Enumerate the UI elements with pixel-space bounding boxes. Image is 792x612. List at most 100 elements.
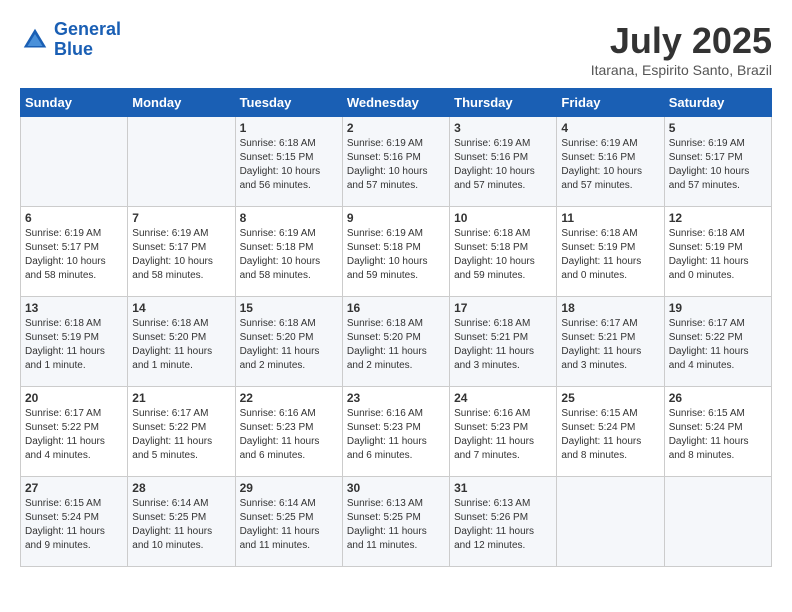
logo-icon [20,25,50,55]
calendar-cell: 1 Sunrise: 6:18 AM Sunset: 5:15 PM Daylig… [235,117,342,207]
calendar-cell: 30 Sunrise: 6:13 AM Sunset: 5:25 PM Dayli… [342,477,449,567]
day-info: Sunrise: 6:15 AM Sunset: 5:24 PM Dayligh… [669,407,767,463]
calendar-cell: 21Sunrise: 6:17 AM Sunset: 5:22 PM Dayli… [128,387,235,477]
calendar-cell: 27Sunrise: 6:15 AM Sunset: 5:24 PM Dayli… [21,477,128,567]
day-info: Sunrise: 6:19 AM Sunset: 5:16 PM Dayligh… [561,137,659,193]
calendar-cell: 16Sunrise: 6:18 AM Sunset: 5:20 PM Dayli… [342,297,449,387]
calendar-cell: 25 Sunrise: 6:15 AM Sunset: 5:24 PM Dayli… [557,387,664,477]
day-number: 11 [561,211,659,225]
title-block: July 2025 Itarana, Espirito Santo, Brazi… [591,20,772,78]
day-info: Sunrise: 6:19 AM Sunset: 5:16 PM Dayligh… [347,137,445,193]
day-info: Sunrise: 6:17 AM Sunset: 5:21 PM Dayligh… [561,317,659,373]
day-number: 7 [132,211,230,225]
day-number: 19 [669,301,767,315]
day-number: 18 [561,301,659,315]
day-number: 1 [240,121,338,135]
day-number: 3 [454,121,552,135]
day-number: 22 [240,391,338,405]
calendar-cell: 18 Sunrise: 6:17 AM Sunset: 5:21 PM Dayli… [557,297,664,387]
calendar-cell: 2 Sunrise: 6:19 AM Sunset: 5:16 PM Daylig… [342,117,449,207]
day-number: 23 [347,391,445,405]
day-info: Sunrise: 6:18 AM Sunset: 5:20 PM Dayligh… [132,317,230,373]
calendar-cell: 5 Sunrise: 6:19 AM Sunset: 5:17 PM Daylig… [664,117,771,207]
calendar-cell [557,477,664,567]
calendar-cell: 14Sunrise: 6:18 AM Sunset: 5:20 PM Dayli… [128,297,235,387]
day-info: Sunrise: 6:18 AM Sunset: 5:20 PM Dayligh… [240,317,338,373]
calendar-week-2: 6 Sunrise: 6:19 AM Sunset: 5:17 PM Daylig… [21,207,772,297]
day-number: 8 [240,211,338,225]
day-number: 31 [454,481,552,495]
calendar-cell: 31 Sunrise: 6:13 AM Sunset: 5:26 PM Dayli… [450,477,557,567]
day-info: Sunrise: 6:18 AM Sunset: 5:15 PM Dayligh… [240,137,338,193]
day-info: Sunrise: 6:19 AM Sunset: 5:17 PM Dayligh… [25,227,123,283]
calendar-cell: 20 Sunrise: 6:17 AM Sunset: 5:22 PM Dayli… [21,387,128,477]
page-header: General Blue July 2025 Itarana, Espirito… [20,20,772,78]
day-info: Sunrise: 6:18 AM Sunset: 5:19 PM Dayligh… [25,317,123,373]
day-number: 24 [454,391,552,405]
day-number: 9 [347,211,445,225]
day-info: Sunrise: 6:19 AM Sunset: 5:16 PM Dayligh… [454,137,552,193]
calendar-cell [664,477,771,567]
day-number: 20 [25,391,123,405]
calendar-header-row: SundayMondayTuesdayWednesdayThursdayFrid… [21,89,772,117]
calendar-cell: 19Sunrise: 6:17 AM Sunset: 5:22 PM Dayli… [664,297,771,387]
day-number: 26 [669,391,767,405]
day-info: Sunrise: 6:19 AM Sunset: 5:17 PM Dayligh… [669,137,767,193]
calendar-cell: 11 Sunrise: 6:18 AM Sunset: 5:19 PM Dayli… [557,207,664,297]
day-info: Sunrise: 6:15 AM Sunset: 5:24 PM Dayligh… [561,407,659,463]
day-number: 2 [347,121,445,135]
day-number: 5 [669,121,767,135]
calendar-week-3: 13 Sunrise: 6:18 AM Sunset: 5:19 PM Dayli… [21,297,772,387]
day-info: Sunrise: 6:18 AM Sunset: 5:19 PM Dayligh… [561,227,659,283]
day-info: Sunrise: 6:19 AM Sunset: 5:18 PM Dayligh… [240,227,338,283]
calendar-week-1: 1 Sunrise: 6:18 AM Sunset: 5:15 PM Daylig… [21,117,772,207]
day-info: Sunrise: 6:16 AM Sunset: 5:23 PM Dayligh… [240,407,338,463]
day-number: 13 [25,301,123,315]
calendar-cell: 15 Sunrise: 6:18 AM Sunset: 5:20 PM Dayli… [235,297,342,387]
month-title: July 2025 [591,20,772,62]
calendar-cell: 6 Sunrise: 6:19 AM Sunset: 5:17 PM Daylig… [21,207,128,297]
day-info: Sunrise: 6:13 AM Sunset: 5:26 PM Dayligh… [454,497,552,553]
calendar-cell: 10 Sunrise: 6:18 AM Sunset: 5:18 PM Dayli… [450,207,557,297]
day-number: 6 [25,211,123,225]
calendar-cell: 29Sunrise: 6:14 AM Sunset: 5:25 PM Dayli… [235,477,342,567]
calendar-cell: 23 Sunrise: 6:16 AM Sunset: 5:23 PM Dayli… [342,387,449,477]
day-number: 10 [454,211,552,225]
header-thursday: Thursday [450,89,557,117]
calendar-cell: 24Sunrise: 6:16 AM Sunset: 5:23 PM Dayli… [450,387,557,477]
day-info: Sunrise: 6:13 AM Sunset: 5:25 PM Dayligh… [347,497,445,553]
day-number: 15 [240,301,338,315]
day-info: Sunrise: 6:18 AM Sunset: 5:21 PM Dayligh… [454,317,552,373]
logo-text: General Blue [54,20,121,60]
day-info: Sunrise: 6:17 AM Sunset: 5:22 PM Dayligh… [25,407,123,463]
day-number: 16 [347,301,445,315]
calendar-cell: 26 Sunrise: 6:15 AM Sunset: 5:24 PM Dayli… [664,387,771,477]
location-subtitle: Itarana, Espirito Santo, Brazil [591,62,772,78]
calendar-cell: 28Sunrise: 6:14 AM Sunset: 5:25 PM Dayli… [128,477,235,567]
calendar-cell: 17Sunrise: 6:18 AM Sunset: 5:21 PM Dayli… [450,297,557,387]
calendar-cell: 8 Sunrise: 6:19 AM Sunset: 5:18 PM Daylig… [235,207,342,297]
calendar-cell: 22 Sunrise: 6:16 AM Sunset: 5:23 PM Dayli… [235,387,342,477]
calendar-week-4: 20 Sunrise: 6:17 AM Sunset: 5:22 PM Dayli… [21,387,772,477]
calendar-cell: 3 Sunrise: 6:19 AM Sunset: 5:16 PM Daylig… [450,117,557,207]
calendar-cell: 7Sunrise: 6:19 AM Sunset: 5:17 PM Daylig… [128,207,235,297]
day-number: 30 [347,481,445,495]
day-info: Sunrise: 6:18 AM Sunset: 5:18 PM Dayligh… [454,227,552,283]
day-number: 29 [240,481,338,495]
day-info: Sunrise: 6:18 AM Sunset: 5:19 PM Dayligh… [669,227,767,283]
calendar-cell: 13 Sunrise: 6:18 AM Sunset: 5:19 PM Dayli… [21,297,128,387]
header-friday: Friday [557,89,664,117]
day-info: Sunrise: 6:16 AM Sunset: 5:23 PM Dayligh… [347,407,445,463]
header-monday: Monday [128,89,235,117]
calendar-table: SundayMondayTuesdayWednesdayThursdayFrid… [20,88,772,567]
calendar-cell: 12 Sunrise: 6:18 AM Sunset: 5:19 PM Dayli… [664,207,771,297]
header-saturday: Saturday [664,89,771,117]
day-info: Sunrise: 6:17 AM Sunset: 5:22 PM Dayligh… [132,407,230,463]
day-info: Sunrise: 6:15 AM Sunset: 5:24 PM Dayligh… [25,497,123,553]
calendar-cell: 9Sunrise: 6:19 AM Sunset: 5:18 PM Daylig… [342,207,449,297]
day-number: 25 [561,391,659,405]
logo-general: General [54,19,121,39]
day-number: 12 [669,211,767,225]
header-sunday: Sunday [21,89,128,117]
header-tuesday: Tuesday [235,89,342,117]
